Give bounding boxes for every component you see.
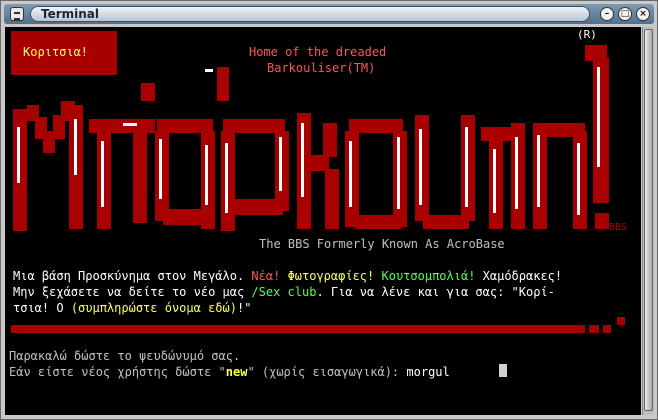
msg3-text: τσια! Ο (13, 301, 64, 315)
message-line-3: τσια! Ο (συμπληρώστε όνομα εδώ)!" (13, 301, 251, 315)
terminal-window: Terminal – □ × Κοριτσια! Home of the dre… (0, 0, 658, 420)
message-line-2: Μην ξεχάσετε να δείτε το νέο μας /Sex cl… (13, 285, 555, 299)
new-user-prompt: Εάν είστε νέος χρήστης δώστε "new" (χωρί… (9, 365, 450, 379)
scrollbar-thumb[interactable] (644, 29, 653, 411)
sex-club-link[interactable]: /Sex club (251, 285, 316, 299)
fill-name-hint: (συμπληρώστε όνομα εδώ) (70, 301, 237, 315)
close-icon[interactable]: × (636, 7, 650, 21)
window-title: Terminal (41, 7, 100, 21)
vertical-scrollbar[interactable] (642, 27, 654, 415)
msg1-new: Νέα! (251, 269, 281, 283)
msg1-photos: Φωτογραφίες! (287, 269, 375, 283)
maximize-icon[interactable]: □ (618, 7, 632, 21)
msg3-end: !" (236, 301, 252, 315)
message-line-1: Μια βάση Προσκύνημα στον Μεγάλο. Νέα! Φω… (13, 269, 562, 283)
msg2-rest: . Για να λένε και για σας: "Κορί- (316, 285, 555, 299)
nickname-prompt: Παρακαλώ δώστε το ψευδώνυμό σας. (9, 349, 241, 363)
msg2-text: Μην ξεχάσετε να δείτε το νέο μας (13, 285, 245, 299)
title-pill: Terminal (30, 6, 590, 22)
terminal-screen[interactable]: Κοριτσια! Home of the dreaded Barkoulise… (5, 27, 641, 415)
formerly-known-as: The BBS Formerly Known As AcroBase (259, 237, 505, 251)
minimize-icon[interactable]: – (600, 7, 614, 21)
title-bar[interactable]: Terminal – □ × (4, 4, 654, 24)
nickname-input[interactable]: morgul (406, 365, 449, 379)
msg1-trolls: Χαμόδρακες! (482, 269, 563, 283)
text-cursor (499, 364, 507, 377)
prompt2-a: Εάν είστε νέος χρήστης δώστε " (9, 365, 226, 379)
new-keyword: new (225, 365, 248, 379)
window-menu-icon[interactable] (10, 7, 24, 21)
bbs-tag: BBS (609, 222, 628, 233)
prompt2-b: " (χωρίς εισαγωγικά): (247, 365, 407, 379)
msg1-gossip: Κουτσομπολιά! (381, 269, 476, 283)
msg1-text: Μια βάση Προσκύνημα στον Μεγάλο. (13, 269, 245, 283)
